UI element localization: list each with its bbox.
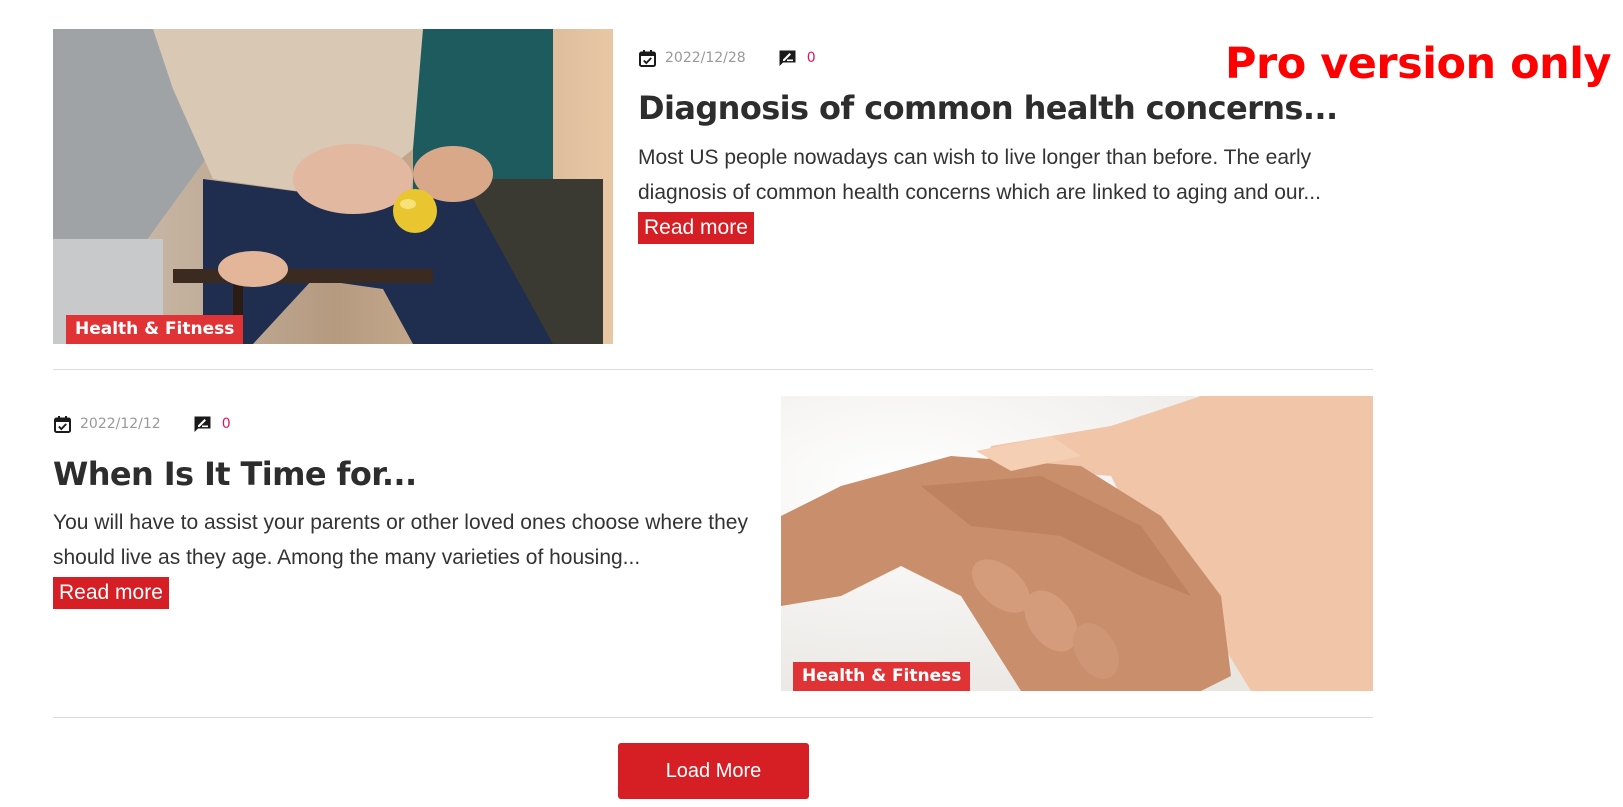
post-1-comment-count[interactable]: 0	[807, 50, 816, 66]
post-2-comment-count[interactable]: 0	[222, 416, 231, 432]
pro-version-notice: Pro version only	[1225, 39, 1612, 89]
comment-edit-icon[interactable]	[778, 49, 797, 68]
post-1-image[interactable]	[53, 29, 613, 344]
post-2-title[interactable]: When Is It Time for...	[53, 454, 417, 494]
post-2-read-more-button[interactable]: Read more	[53, 577, 169, 609]
post-divider	[53, 717, 1373, 718]
post-1-excerpt: Most US people nowadays can wish to live…	[638, 140, 1358, 245]
post-2-meta: 2022/12/12 0	[53, 413, 231, 435]
load-more-button[interactable]: Load More	[618, 743, 809, 799]
post-1-excerpt-text: Most US people nowadays can wish to live…	[638, 146, 1321, 204]
post-2-excerpt: You will have to assist your parents or …	[53, 505, 768, 610]
comment-edit-icon[interactable]	[193, 415, 212, 434]
calendar-check-icon	[53, 415, 72, 434]
post-1-date: 2022/12/28	[665, 50, 746, 66]
calendar-check-icon	[638, 49, 657, 68]
post-2-excerpt-text: You will have to assist your parents or …	[53, 511, 748, 569]
post-divider	[53, 369, 1373, 370]
post-2-date: 2022/12/12	[80, 416, 161, 432]
post-1-title[interactable]: Diagnosis of common health concerns...	[638, 88, 1338, 128]
post-2-category-tag[interactable]: Health & Fitness	[793, 662, 971, 691]
post-2-image[interactable]	[781, 396, 1373, 691]
blog-list-page: Pro version only Health & Fitness 2022/1…	[0, 0, 1623, 807]
post-1-category-tag[interactable]: Health & Fitness	[66, 315, 244, 344]
post-1-meta: 2022/12/28 0	[638, 47, 816, 69]
post-1-read-more-button[interactable]: Read more	[638, 212, 754, 244]
